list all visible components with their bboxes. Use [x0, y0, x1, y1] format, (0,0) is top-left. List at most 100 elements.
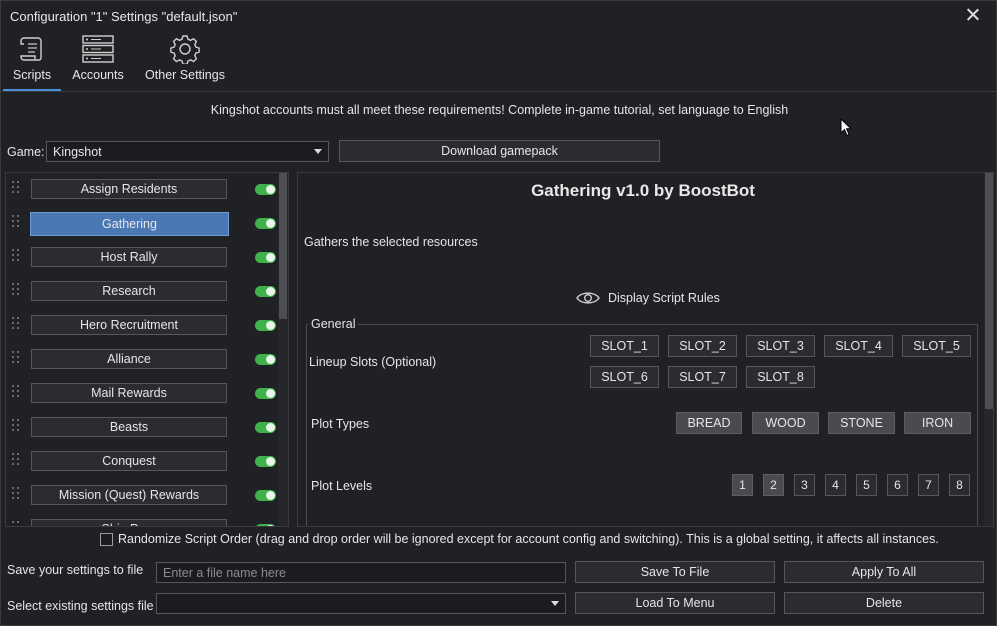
script-toggle[interactable] [255, 524, 276, 526]
tab-other-settings-label: Other Settings [145, 68, 225, 82]
script-button[interactable]: Mission (Quest) Rewards [31, 485, 227, 505]
file-name-input[interactable]: Enter a file name here [156, 562, 566, 583]
list-item: Ship Prep [6, 513, 288, 526]
window-title: Configuration "1" Settings "default.json… [10, 8, 238, 24]
script-button[interactable]: Host Rally [31, 247, 227, 267]
script-toggle[interactable] [255, 388, 276, 399]
title-bar: Configuration "1" Settings "default.json… [1, 1, 996, 31]
plot-level-button[interactable]: 2 [763, 474, 784, 496]
plot-type-button[interactable]: STONE [828, 412, 895, 434]
plot-level-button[interactable]: 3 [794, 474, 815, 496]
settings-window: Configuration "1" Settings "default.json… [0, 0, 997, 626]
list-item: Hero Recruitment [6, 309, 288, 343]
display-script-rules-button[interactable]: Display Script Rules [576, 290, 720, 306]
plot-type-button[interactable]: WOOD [752, 412, 819, 434]
save-settings-label: Save your settings to file [7, 563, 144, 577]
script-button[interactable]: Research [31, 281, 227, 301]
slot-button[interactable]: SLOT_5 [902, 335, 971, 357]
script-button[interactable]: Assign Residents [31, 179, 227, 199]
tab-scripts[interactable]: Scripts [3, 31, 61, 91]
script-toggle[interactable] [255, 354, 276, 365]
script-toggle[interactable] [255, 252, 276, 263]
script-button[interactable]: Hero Recruitment [31, 315, 227, 335]
script-button[interactable]: Conquest [31, 451, 227, 471]
game-select-value: Kingshot [53, 144, 102, 159]
game-select[interactable]: Kingshot [46, 141, 329, 162]
settings-file-select[interactable] [156, 593, 566, 614]
drag-handle-icon[interactable] [12, 215, 22, 231]
tab-bar: Scripts Accounts Other Settings [1, 31, 996, 91]
save-to-file-button[interactable]: Save To File [575, 561, 775, 583]
script-detail-panel: Gathering v1.0 by BoostBot Gathers the s… [297, 172, 994, 527]
script-button[interactable]: Mail Rewards [31, 383, 227, 403]
slot-button[interactable]: SLOT_2 [668, 335, 737, 357]
list-item: Host Rally [6, 241, 288, 275]
detail-scrollbar[interactable] [984, 173, 993, 526]
script-button[interactable]: Ship Prep [31, 519, 227, 526]
list-item: Research [6, 275, 288, 309]
select-settings-label: Select existing settings file [7, 599, 154, 613]
plot-level-button[interactable]: 8 [949, 474, 970, 496]
randomize-checkbox[interactable] [100, 532, 113, 546]
script-toggle[interactable] [255, 184, 276, 195]
download-gamepack-button[interactable]: Download gamepack [339, 140, 660, 162]
slot-button[interactable]: SLOT_7 [668, 366, 737, 388]
slot-button[interactable]: SLOT_1 [590, 335, 659, 357]
general-group-title: General [308, 317, 359, 331]
script-toggle[interactable] [255, 218, 276, 229]
script-list: Assign Residents Gathering Host Rally Re… [5, 172, 289, 527]
plot-level-button[interactable]: 5 [856, 474, 877, 496]
drag-handle-icon[interactable] [12, 385, 22, 401]
drag-handle-icon[interactable] [12, 419, 22, 435]
close-icon[interactable] [964, 6, 982, 24]
script-title: Gathering v1.0 by BoostBot [531, 181, 755, 200]
script-button[interactable]: Beasts [31, 417, 227, 437]
mouse-cursor-icon [840, 118, 852, 137]
plot-level-button[interactable]: 7 [918, 474, 939, 496]
drag-handle-icon[interactable] [12, 453, 22, 469]
scroll-icon [20, 37, 42, 61]
script-toggle[interactable] [255, 320, 276, 331]
script-button[interactable]: Alliance [31, 349, 227, 369]
load-to-menu-button[interactable]: Load To Menu [575, 592, 775, 614]
slot-button[interactable]: SLOT_4 [824, 335, 893, 357]
list-item: Assign Residents [6, 173, 288, 207]
display-script-rules-label: Display Script Rules [608, 291, 720, 305]
plot-level-button[interactable]: 1 [732, 474, 753, 496]
apply-to-all-button[interactable]: Apply To All [784, 561, 984, 583]
script-toggle[interactable] [255, 456, 276, 467]
slot-button[interactable]: SLOT_6 [590, 366, 659, 388]
tab-other-settings[interactable]: Other Settings [141, 31, 229, 91]
scrollbar-thumb[interactable] [279, 173, 287, 319]
drag-handle-icon[interactable] [12, 181, 22, 197]
server-icon [82, 35, 114, 63]
slot-button[interactable]: SLOT_3 [746, 335, 815, 357]
tab-accounts[interactable]: Accounts [67, 31, 129, 91]
script-toggle[interactable] [255, 286, 276, 297]
list-item: Conquest [6, 445, 288, 479]
script-button[interactable]: Gathering [30, 212, 229, 236]
gear-icon [170, 35, 200, 64]
drag-handle-icon[interactable] [12, 283, 22, 299]
scrollbar-thumb[interactable] [985, 173, 993, 409]
drag-handle-icon[interactable] [12, 487, 22, 503]
list-item: Beasts [6, 411, 288, 445]
script-toggle[interactable] [255, 422, 276, 433]
slot-button[interactable]: SLOT_8 [746, 366, 815, 388]
tab-accounts-label: Accounts [72, 68, 124, 82]
delete-button[interactable]: Delete [784, 592, 984, 614]
plot-level-button[interactable]: 6 [887, 474, 908, 496]
script-list-scrollbar[interactable] [278, 173, 288, 526]
drag-handle-icon[interactable] [12, 351, 22, 367]
drag-handle-icon[interactable] [12, 249, 22, 265]
list-item: Mail Rewards [6, 377, 288, 411]
drag-handle-icon[interactable] [12, 521, 22, 526]
drag-handle-icon[interactable] [12, 317, 22, 333]
plot-type-button[interactable]: BREAD [676, 412, 742, 434]
script-description: Gathers the selected resources [304, 235, 478, 249]
script-toggle[interactable] [255, 490, 276, 501]
game-row: Game: [7, 141, 45, 163]
plot-type-button[interactable]: IRON [904, 412, 971, 434]
requirements-notice: Kingshot accounts must all meet these re… [210, 103, 789, 117]
plot-level-button[interactable]: 4 [825, 474, 846, 496]
